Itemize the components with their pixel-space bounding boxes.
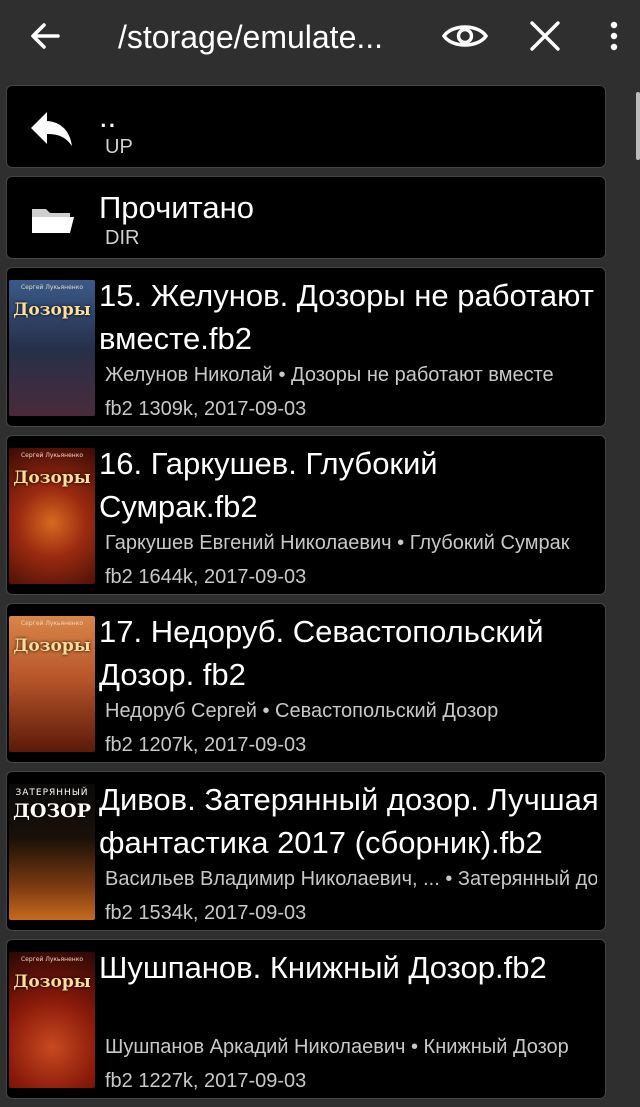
scrollbar[interactable] (636, 92, 640, 160)
book-title: Дивов. Затерянный дозор. Лучшая фантасти… (99, 782, 599, 860)
more-vertical-icon (610, 21, 618, 51)
book-title: 17. Недоруб. Севастопольский Дозор. fb2 (99, 614, 544, 692)
list-item-book[interactable]: ЗАТЕРЯННЫЙ ДОЗОР Дивов. Затерянный дозор… (6, 771, 606, 931)
list-item-book[interactable]: Сергей Лукьяненко Дозоры 16. Гаркушев. Г… (6, 435, 606, 595)
path-title: /storage/emulate... (118, 19, 384, 55)
arrow-left-icon (31, 23, 60, 49)
toolbar: /storage/emulate... (0, 0, 640, 78)
book-title: 16. Гаркушев. Глубокий Сумрак.fb2 (99, 446, 438, 524)
book-meta: Желунов Николай • Дозоры не работают вме… (105, 364, 554, 386)
book-title: Шушпанов. Книжный Дозор.fb2 (99, 950, 547, 985)
toggle-visibility-button[interactable] (441, 12, 489, 60)
book-title: 15. Желунов. Дозоры не работают вместе.f… (99, 278, 594, 356)
book-info: fb2 1309k, 2017-09-03 (105, 398, 307, 420)
book-cover: ЗАТЕРЯННЫЙ ДОЗОР (9, 784, 95, 920)
list-item-book[interactable]: Сергей Лукьяненко Дозоры 17. Недоруб. Се… (6, 603, 606, 763)
book-cover: Сергей Лукьяненко Дозоры (9, 280, 95, 416)
book-meta: Недоруб Сергей • Севастопольский Дозор (105, 700, 499, 722)
list-item-folder[interactable]: Прочитано DIR (6, 176, 606, 259)
eye-icon (441, 25, 489, 47)
book-info: fb2 1534k, 2017-09-03 (105, 902, 307, 924)
item-type-label: DIR (105, 227, 140, 249)
book-meta: Гаркушев Евгений Николаевич • Глубокий С… (105, 532, 570, 554)
file-list: .. UP Прочитано DIR Сергей Лукьяненко До… (6, 85, 606, 1107)
book-meta: Васильев Владимир Николаевич, ... • Зате… (105, 868, 597, 890)
close-icon (530, 21, 560, 51)
list-item-up[interactable]: .. UP (6, 85, 606, 168)
close-button[interactable] (521, 12, 569, 60)
book-info: fb2 1207k, 2017-09-03 (105, 734, 307, 756)
list-item-book[interactable]: Сергей Лукьяненко Дозоры 15. Желунов. До… (6, 267, 606, 427)
list-item-book[interactable]: Сергей Лукьяненко Дозоры Шушпанов. Книжн… (6, 939, 606, 1099)
item-name: Прочитано (99, 190, 254, 225)
overflow-menu-button[interactable] (590, 12, 638, 60)
book-info: fb2 1644k, 2017-09-03 (105, 566, 307, 588)
reply-arrow-icon (27, 106, 77, 150)
book-cover: Сергей Лукьяненко Дозоры (9, 952, 95, 1088)
book-info: fb2 1227k, 2017-09-03 (105, 1070, 307, 1092)
book-meta: Шушпанов Аркадий Николаевич • Книжный До… (105, 1036, 569, 1058)
back-button[interactable] (22, 12, 70, 60)
book-cover: Сергей Лукьяненко Дозоры (9, 616, 95, 752)
folder-icon (27, 197, 77, 241)
book-cover: Сергей Лукьяненко Дозоры (9, 448, 95, 584)
item-type-label: UP (105, 136, 133, 158)
item-name: .. (99, 99, 117, 134)
